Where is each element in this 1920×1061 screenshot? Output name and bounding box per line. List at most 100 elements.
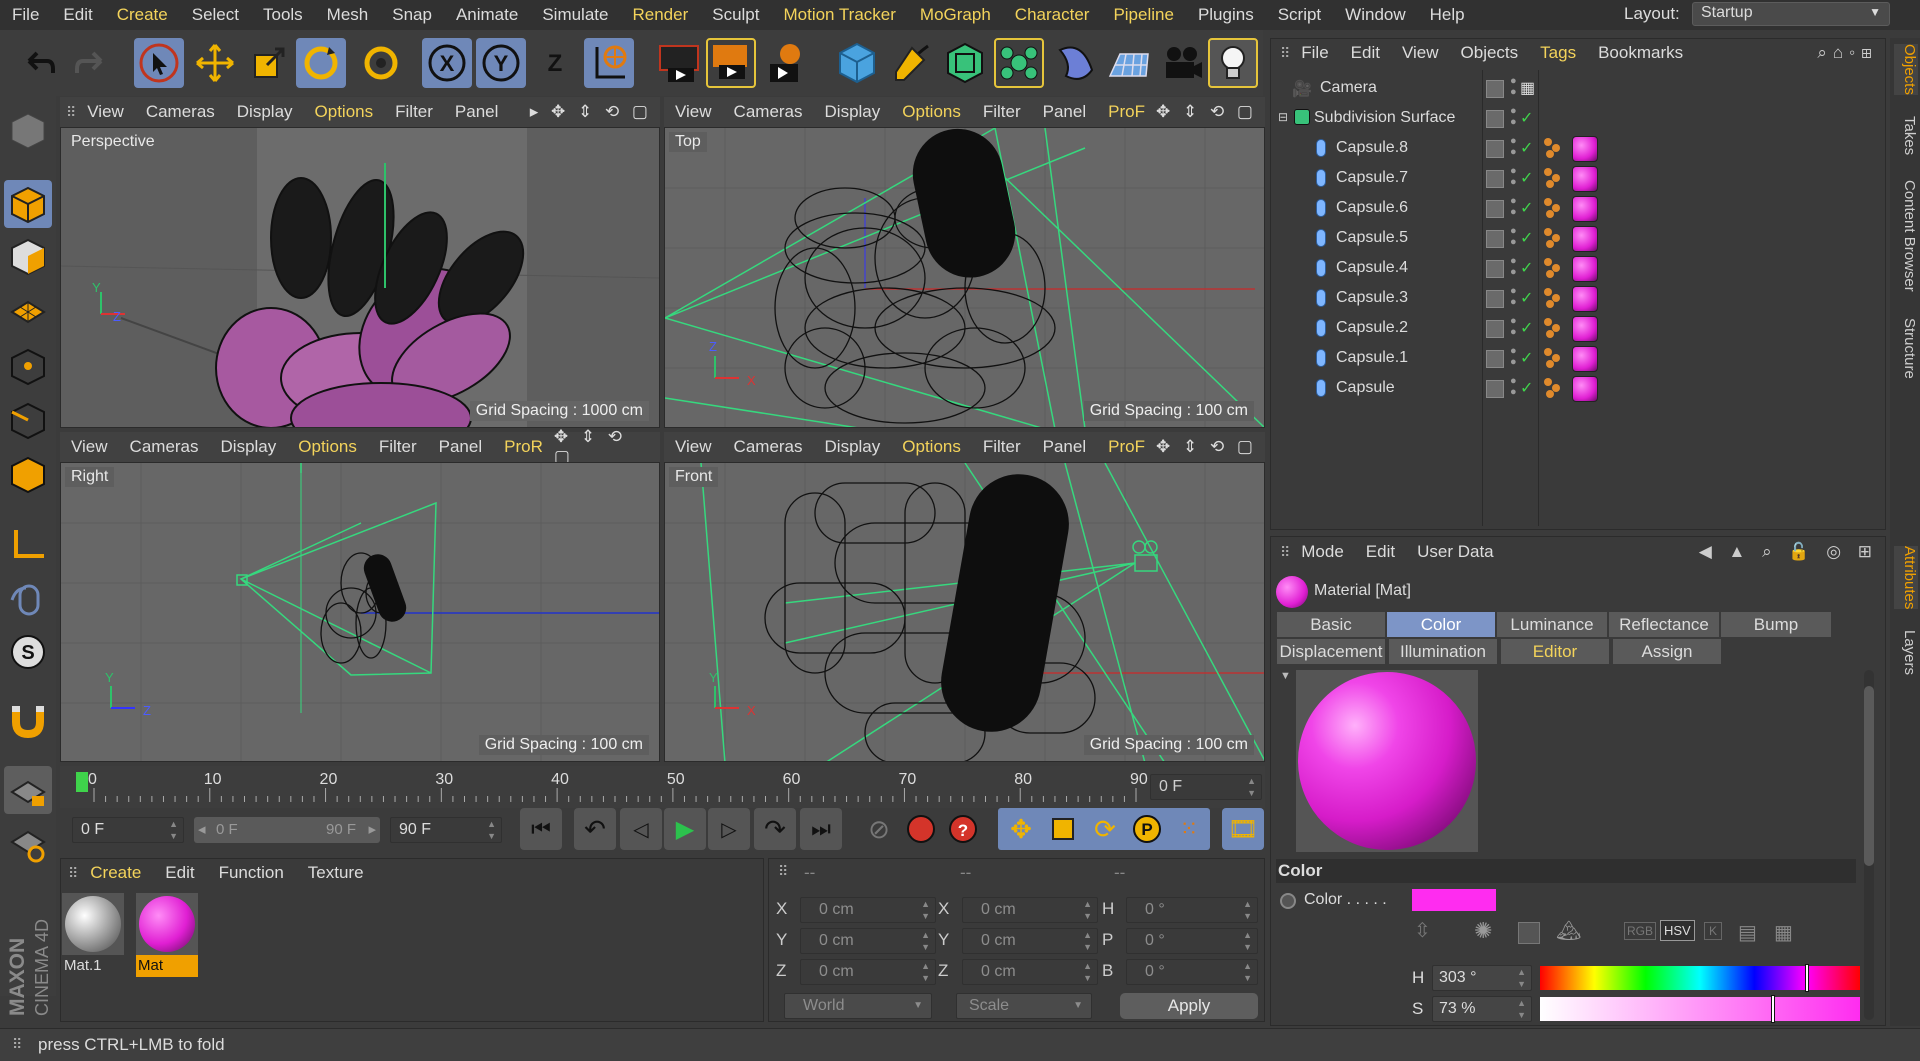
editor-render-dots-icon[interactable]: ● ●	[1510, 346, 1517, 368]
edges-mode-button[interactable]	[4, 396, 52, 444]
editor-render-dots-icon[interactable]: ● ●	[1510, 136, 1517, 158]
menu-mesh[interactable]: Mesh	[315, 0, 381, 30]
previous-key-button[interactable]: ↶	[574, 808, 616, 850]
z-axis-lock-button[interactable]: Z	[530, 38, 580, 88]
deformer-button[interactable]	[1050, 38, 1100, 88]
texture-mode-button[interactable]	[4, 232, 52, 280]
phong-tag-icon[interactable]	[1544, 138, 1566, 160]
editor-render-dots-icon[interactable]: ● ●	[1510, 106, 1517, 128]
phong-tag-icon[interactable]	[1544, 318, 1566, 340]
attribute-tab-basic[interactable]: Basic	[1276, 611, 1386, 638]
editor-render-dots-icon[interactable]: ● ●	[1510, 256, 1517, 278]
vp-menu-panel[interactable]: Panel	[428, 437, 493, 457]
coord-field[interactable]: 0 ° ▲ ▼	[1126, 959, 1258, 985]
menu-tools[interactable]: Tools	[251, 0, 315, 30]
phong-tag-icon[interactable]	[1544, 168, 1566, 190]
vp-menu-prof[interactable]: ProF	[1097, 437, 1156, 457]
side-tab-layers[interactable]: Layers	[1894, 630, 1918, 675]
side-tab-structure[interactable]: Structure	[1894, 318, 1918, 379]
material-tag-icon[interactable]	[1572, 166, 1598, 192]
om-menu-file[interactable]: File	[1290, 43, 1339, 63]
spinner-icon[interactable]: ▲ ▼	[1243, 898, 1252, 922]
om-menu-edit[interactable]: Edit	[1340, 43, 1391, 63]
vp-menu-panel[interactable]: Panel	[1032, 102, 1097, 122]
spinner-icon[interactable]: ▲ ▼	[921, 960, 930, 984]
viewport-front[interactable]: Y X Front Grid Spacing : 100 cm	[664, 462, 1265, 762]
menu-plugins[interactable]: Plugins	[1186, 0, 1266, 30]
viewport-right[interactable]: Y Z Right Grid Spacing : 100 cm	[60, 462, 660, 762]
go-to-end-button[interactable]: ⏭	[800, 808, 842, 850]
preview-collapse-icon[interactable]: ▼	[1280, 670, 1291, 682]
coord-field[interactable]: 0 cm ▲ ▼	[962, 959, 1098, 985]
hue-slider-handle[interactable]	[1805, 964, 1810, 992]
mixer-icon[interactable]: ▤	[1738, 920, 1757, 945]
layer-visibility-icon[interactable]	[1486, 200, 1504, 218]
redo-button[interactable]	[66, 38, 116, 88]
range-right-arrow-icon[interactable]: ▸	[368, 817, 376, 843]
menu-animate[interactable]: Animate	[444, 0, 530, 30]
object-row[interactable]: Capsule.3 ● ● ✓	[1272, 284, 1882, 314]
material-tag-icon[interactable]	[1572, 316, 1598, 342]
previous-frame-button[interactable]: ◁	[620, 808, 662, 850]
vp-menu-filter[interactable]: Filter	[368, 437, 428, 457]
cube-object-button[interactable]	[832, 38, 882, 88]
rotate-tool-button[interactable]	[296, 38, 346, 88]
frame-range-slider[interactable]: ◂ 0 F 90 F ▸	[194, 817, 380, 843]
check-icon[interactable]: ✓	[1520, 288, 1533, 308]
coord-field[interactable]: 0 cm ▲ ▼	[800, 928, 936, 954]
spinner-icon[interactable]: ▲ ▼	[1083, 898, 1092, 922]
spinner-icon[interactable]: ▲ ▼	[1083, 929, 1092, 953]
model-mode-button[interactable]	[4, 180, 52, 228]
object-row[interactable]: Capsule.1 ● ● ✓	[1272, 344, 1882, 374]
pen-spline-button[interactable]	[886, 38, 936, 88]
spinner-icon[interactable]: ▲ ▼	[1243, 960, 1252, 984]
editor-render-dots-icon[interactable]: ● ●	[1510, 376, 1517, 398]
vp-menu-options[interactable]: Options	[891, 437, 972, 457]
editor-render-dots-icon[interactable]: ● ●	[1510, 76, 1517, 98]
material-tag-icon[interactable]	[1572, 226, 1598, 252]
phong-tag-icon[interactable]	[1544, 348, 1566, 370]
play-button[interactable]: ▶	[664, 808, 706, 850]
next-key-button[interactable]: ↷	[754, 808, 796, 850]
check-icon[interactable]: ✓	[1520, 258, 1533, 278]
menu-motion-tracker[interactable]: Motion Tracker	[771, 0, 907, 30]
menu-create[interactable]: Create	[105, 0, 180, 30]
start-frame-field[interactable]: 0 F ▲ ▼	[72, 817, 184, 843]
attribute-tab-assign[interactable]: Assign	[1612, 638, 1722, 665]
coordinate-system-button[interactable]	[584, 38, 634, 88]
om-menu-tags[interactable]: Tags	[1529, 43, 1587, 63]
timeline-ruler[interactable]: 0 10 20 30 40 50 60 70 80 90	[60, 766, 1265, 808]
axis-mode-button[interactable]	[4, 520, 52, 568]
check-icon[interactable]: ✓	[1520, 318, 1533, 338]
color-radio-button[interactable]	[1280, 893, 1296, 909]
material-tag-icon[interactable]	[1572, 136, 1598, 162]
color-swatch[interactable]	[1412, 889, 1496, 911]
vp-menu-panel[interactable]: Panel	[444, 102, 509, 122]
vp-menu-options[interactable]: Options	[304, 102, 385, 122]
subdivision-button[interactable]	[940, 38, 990, 88]
attribute-tab-luminance[interactable]: Luminance	[1496, 611, 1608, 638]
apply-button[interactable]: Apply	[1120, 993, 1258, 1019]
spinner-icon[interactable]: ▲ ▼	[921, 898, 930, 922]
render-settings-button[interactable]	[760, 38, 810, 88]
check-icon[interactable]: ✓	[1520, 198, 1533, 218]
tweak-mode-button[interactable]	[4, 574, 52, 622]
workplane-mode-button[interactable]	[4, 286, 52, 334]
viewport-top[interactable]: Z X Top Grid Spacing : 100 cm	[664, 127, 1265, 428]
phong-tag-icon[interactable]	[1544, 198, 1566, 220]
phong-tag-icon[interactable]	[1544, 228, 1566, 250]
phong-tag-icon[interactable]	[1544, 258, 1566, 280]
color-wheel-icon[interactable]: ✺	[1474, 918, 1492, 944]
object-row[interactable]: Capsule.4 ● ● ✓	[1272, 254, 1882, 284]
size-mode-dropdown[interactable]: Scale ▼	[956, 993, 1092, 1019]
editor-render-dots-icon[interactable]: ● ●	[1510, 166, 1517, 188]
viewport-nav-icons[interactable]: ✥ ⇕ ⟲ ▢	[554, 427, 652, 467]
attribute-tab-editor[interactable]: Editor	[1500, 638, 1610, 665]
vp-menu-pror[interactable]: ProR	[493, 437, 554, 457]
menu-script[interactable]: Script	[1266, 0, 1333, 30]
layer-visibility-icon[interactable]	[1486, 110, 1504, 128]
menu-window[interactable]: Window	[1333, 0, 1417, 30]
attribute-tab-displacement[interactable]: Displacement	[1276, 638, 1386, 665]
mm-menu-texture[interactable]: Texture	[296, 863, 376, 883]
material-swatch-mat1[interactable]: Mat.1	[62, 893, 126, 981]
